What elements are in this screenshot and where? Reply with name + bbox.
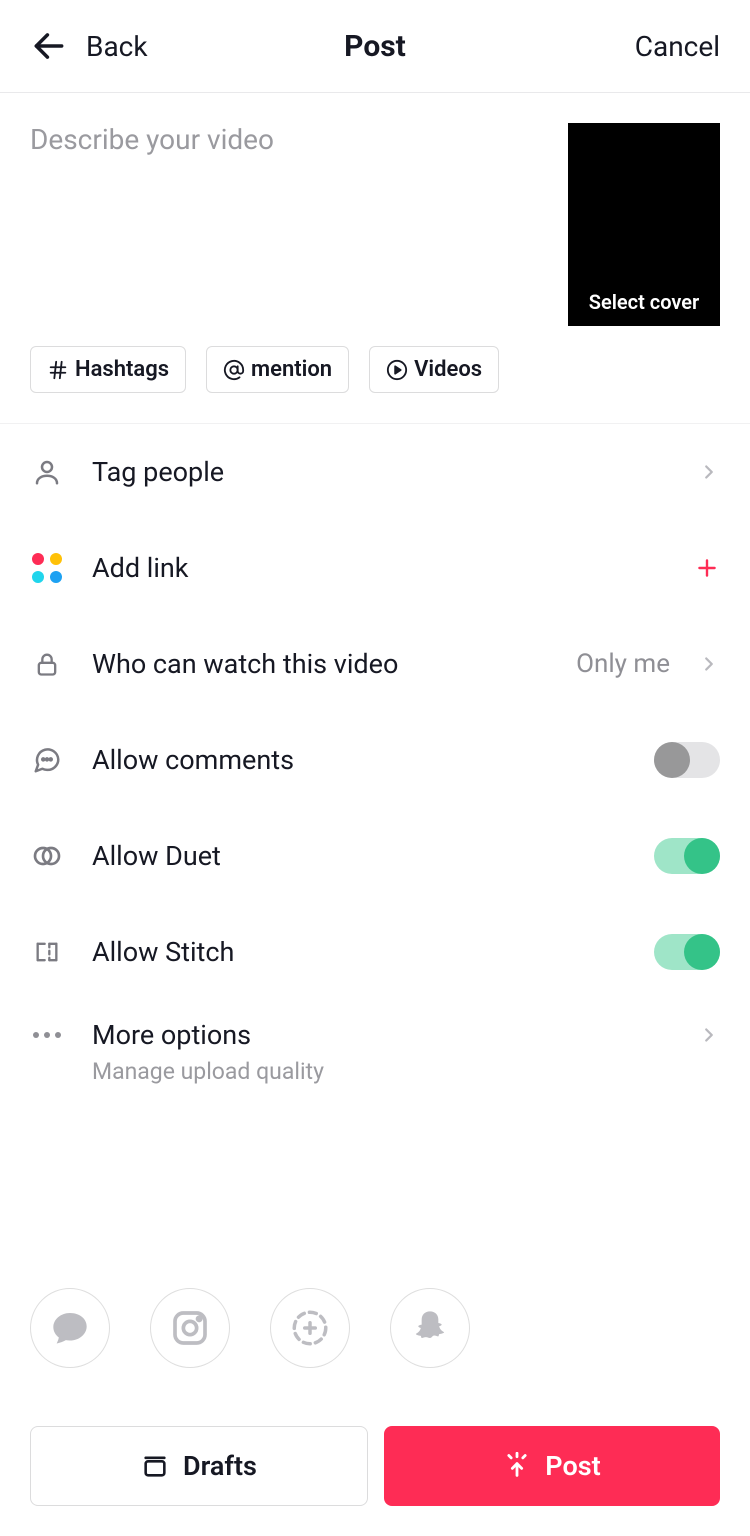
select-cover-label: Select cover xyxy=(589,290,700,314)
hash-icon xyxy=(47,359,69,381)
drafts-label: Drafts xyxy=(183,1450,257,1482)
privacy-label: Who can watch this video xyxy=(92,648,548,680)
more-options-label: More options xyxy=(92,1019,670,1051)
post-button[interactable]: Post xyxy=(384,1426,720,1506)
instagram-icon xyxy=(170,1308,210,1348)
hashtags-chip[interactable]: Hashtags xyxy=(30,346,186,393)
story-icon xyxy=(289,1307,331,1349)
allow-duet-row: Allow Duet xyxy=(30,808,720,904)
arrow-left-icon xyxy=(30,27,68,65)
share-story-button[interactable] xyxy=(270,1288,350,1368)
select-cover-button[interactable]: Select cover xyxy=(568,123,720,326)
share-snapchat-button[interactable] xyxy=(390,1288,470,1368)
privacy-row[interactable]: Who can watch this video Only me xyxy=(30,616,720,712)
allow-duet-toggle[interactable] xyxy=(654,838,720,874)
allow-comments-label: Allow comments xyxy=(92,744,626,776)
page-title: Post xyxy=(344,29,406,64)
chevron-right-icon xyxy=(698,1024,720,1046)
back-label: Back xyxy=(86,30,148,63)
comment-icon xyxy=(30,743,64,777)
tag-people-row[interactable]: Tag people xyxy=(30,424,720,520)
mention-chip[interactable]: mention xyxy=(206,346,349,393)
plus-icon xyxy=(694,555,720,581)
apps-icon xyxy=(30,551,64,585)
description-input[interactable] xyxy=(30,123,548,326)
tag-people-label: Tag people xyxy=(92,456,670,488)
hashtags-label: Hashtags xyxy=(75,357,169,382)
more-options-subtitle: Manage upload quality xyxy=(92,1058,720,1107)
allow-comments-toggle[interactable] xyxy=(654,742,720,778)
person-icon xyxy=(30,455,64,489)
stitch-icon xyxy=(30,935,64,969)
privacy-value: Only me xyxy=(576,649,670,679)
share-message-button[interactable] xyxy=(30,1288,110,1368)
upload-icon xyxy=(503,1452,531,1480)
cancel-button[interactable]: Cancel xyxy=(635,30,720,63)
mention-label: mention xyxy=(251,357,332,382)
chevron-right-icon xyxy=(698,653,720,675)
allow-stitch-toggle[interactable] xyxy=(654,934,720,970)
videos-label: Videos xyxy=(414,357,482,382)
play-circle-icon xyxy=(386,359,408,381)
drafts-icon xyxy=(141,1452,169,1480)
allow-duet-label: Allow Duet xyxy=(92,840,626,872)
lock-icon xyxy=(30,647,64,681)
allow-stitch-label: Allow Stitch xyxy=(92,936,626,968)
chat-bubble-icon xyxy=(50,1308,90,1348)
at-icon xyxy=(223,359,245,381)
allow-comments-row: Allow comments xyxy=(30,712,720,808)
share-instagram-button[interactable] xyxy=(150,1288,230,1368)
add-link-label: Add link xyxy=(92,552,666,584)
back-button[interactable]: Back xyxy=(30,27,148,65)
videos-chip[interactable]: Videos xyxy=(369,346,499,393)
duet-icon xyxy=(30,839,64,873)
post-label: Post xyxy=(545,1450,600,1482)
add-link-row[interactable]: Add link xyxy=(30,520,720,616)
snapchat-icon xyxy=(410,1308,450,1348)
ellipsis-icon xyxy=(30,1018,64,1052)
chevron-right-icon xyxy=(698,461,720,483)
drafts-button[interactable]: Drafts xyxy=(30,1426,368,1506)
allow-stitch-row: Allow Stitch xyxy=(30,904,720,1000)
